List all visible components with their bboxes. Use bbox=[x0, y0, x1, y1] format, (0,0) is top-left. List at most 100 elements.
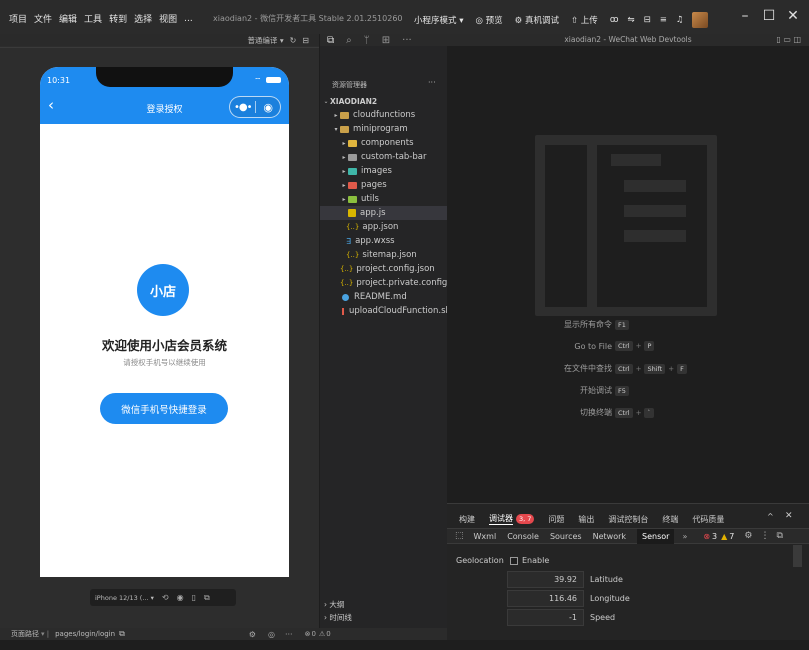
longitude-input[interactable]: 116.46 bbox=[507, 590, 584, 607]
tree-item-readme[interactable]: README.md bbox=[320, 290, 447, 304]
extensions-icon[interactable]: ⊞ bbox=[382, 35, 390, 46]
rotate-icon[interactable]: ⟲ bbox=[162, 593, 169, 602]
timeline-section[interactable]: › 时间线 bbox=[324, 612, 352, 623]
warning-icon: ▲ bbox=[721, 531, 728, 541]
cache-icon[interactable]: ⊟ bbox=[302, 36, 309, 45]
page-path[interactable]: pages/login/login bbox=[55, 630, 115, 638]
tab-problems[interactable]: 问题 bbox=[548, 514, 564, 525]
tab-debug-console[interactable]: 调试控制台 bbox=[608, 514, 648, 525]
tree-item-app-wxss[interactable]: ∃ app.wxss bbox=[320, 234, 447, 248]
speed-input[interactable]: -1 bbox=[507, 609, 584, 626]
upload-button[interactable]: ⇧ 上传 bbox=[571, 14, 598, 26]
json-file-icon: {..} bbox=[340, 279, 354, 287]
eye-icon[interactable]: ◎ bbox=[268, 630, 275, 639]
bell-icon[interactable]: ♫ bbox=[676, 15, 684, 25]
latitude-input[interactable]: 39.92 bbox=[507, 571, 584, 588]
explorer-more-icon[interactable]: ··· bbox=[428, 78, 436, 87]
copy-icon[interactable]: ⧉ bbox=[119, 629, 125, 639]
more-tabs-icon[interactable]: » bbox=[682, 532, 687, 541]
tree-item-pages[interactable]: ▸ pages bbox=[320, 178, 447, 192]
layout-icon[interactable]: ⊟ bbox=[644, 15, 651, 25]
timeline-label: 时间线 bbox=[329, 613, 352, 622]
tab-debugger[interactable]: 调试器 bbox=[489, 513, 513, 525]
tab-sensor[interactable]: Sensor bbox=[637, 528, 675, 544]
tree-item-utils[interactable]: ▸ utils bbox=[320, 192, 447, 206]
folder-components-icon bbox=[348, 139, 357, 147]
tab-network[interactable]: Network bbox=[593, 532, 626, 541]
outline-section[interactable]: › 大纲 bbox=[324, 599, 344, 610]
user-avatar[interactable] bbox=[692, 12, 709, 28]
tab-sources[interactable]: Sources bbox=[550, 532, 582, 541]
popout-icon[interactable]: ⧉ bbox=[204, 593, 210, 603]
kebab-menu-icon[interactable]: ⋮ bbox=[760, 531, 769, 541]
close-icon[interactable]: ✕ bbox=[781, 8, 805, 24]
phone-login-button[interactable]: 微信手机号快捷登录 bbox=[100, 393, 228, 424]
tree-item-components[interactable]: ▸ components bbox=[320, 136, 447, 150]
menu-view[interactable]: 视图 bbox=[159, 12, 177, 25]
enable-toggle[interactable]: Enable bbox=[510, 556, 549, 565]
close-panel-icon[interactable]: ✕ bbox=[785, 511, 793, 521]
device-selector[interactable]: iPhone 12/13 (... ▾ bbox=[95, 594, 154, 602]
refresh-icon[interactable]: ↻ bbox=[290, 36, 297, 45]
more-actions-icon[interactable]: ··· bbox=[402, 35, 412, 46]
phone-icon[interactable]: ▯ bbox=[192, 593, 196, 602]
menu-file[interactable]: 文件 bbox=[34, 12, 52, 25]
dock-icon[interactable]: ⧉ bbox=[776, 531, 782, 541]
menu-tools[interactable]: 工具 bbox=[84, 12, 102, 25]
menu-icon[interactable]: ≡ bbox=[660, 15, 667, 25]
logo-line bbox=[624, 230, 686, 242]
debugger-badge: 3, 7 bbox=[516, 514, 535, 524]
tree-root[interactable]: ⌄ XIAODIAN2 bbox=[320, 94, 447, 108]
compile-mode-dropdown[interactable]: 普通编译 ▾ bbox=[247, 35, 283, 46]
tab-wxml[interactable]: Wxml bbox=[474, 532, 497, 541]
tree-item-cloudfunctions[interactable]: ▸ cloudfunctions bbox=[320, 108, 447, 122]
tab-build[interactable]: 构建 bbox=[459, 514, 475, 525]
panel-tab-bar: 构建 调试器 3, 7 问题 输出 调试控制台 终端 代码质量 bbox=[459, 513, 738, 525]
page-path-dropdown-icon[interactable]: ▾ | bbox=[41, 630, 49, 638]
minimize-icon[interactable]: – bbox=[733, 8, 757, 24]
record-icon[interactable]: ◉ bbox=[177, 593, 184, 602]
source-control-icon[interactable]: ᛘ bbox=[364, 35, 370, 46]
preview-button[interactable]: ◎ 预览 bbox=[475, 14, 502, 26]
problems-count[interactable]: 0 bbox=[311, 630, 315, 638]
tab-code-quality[interactable]: 代码质量 bbox=[692, 514, 724, 525]
menu-select[interactable]: 选择 bbox=[134, 12, 152, 25]
maximize-icon[interactable]: ☐ bbox=[757, 8, 781, 24]
menu-project[interactable]: 项目 bbox=[9, 12, 27, 25]
tree-item-app-json[interactable]: {..} app.json bbox=[320, 220, 447, 234]
tree-item-sitemap-json[interactable]: {..} sitemap.json bbox=[320, 248, 447, 262]
settings-gear-icon[interactable]: ⚙ bbox=[744, 531, 752, 541]
search-icon[interactable]: ⌕ bbox=[346, 35, 352, 46]
tree-item-project-private-config[interactable]: {..} project.private.config.js... bbox=[320, 276, 465, 290]
editor-area: xiaodian2 - WeChat Web Devtools ▯ ▭ ◫ 显示… bbox=[447, 34, 809, 503]
files-icon[interactable]: ⧉ bbox=[327, 35, 334, 46]
collapse-panel-icon[interactable]: ^ bbox=[767, 512, 774, 521]
tab-output[interactable]: 输出 bbox=[578, 514, 594, 525]
more-icon[interactable]: ··· bbox=[285, 630, 293, 639]
tree-item-images[interactable]: ▸ images bbox=[320, 164, 447, 178]
warnings-count[interactable]: 0 bbox=[326, 630, 330, 638]
tab-terminal[interactable]: 终端 bbox=[662, 514, 678, 525]
menu-more[interactable]: ... bbox=[184, 14, 193, 24]
menu-edit[interactable]: 编辑 bbox=[59, 12, 77, 25]
enable-checkbox[interactable] bbox=[510, 556, 518, 565]
tree-item-upload-sh[interactable]: uploadCloudFunction.sh bbox=[320, 304, 451, 318]
cut-icon[interactable]: ⇋ bbox=[627, 15, 634, 25]
bug-icon[interactable]: ⚙ bbox=[249, 630, 256, 639]
tab-console[interactable]: Console bbox=[507, 532, 539, 541]
tree-item-custom-tab-bar[interactable]: ▸ custom-tab-bar bbox=[320, 150, 447, 164]
main-toolbar: 小程序模式 ▾ ◎ 预览 ⚙ 真机调试 ⇧ 上传 ꝏ ⇋ ⊟ ≡ ♫ bbox=[414, 12, 709, 28]
tree-item-project-config[interactable]: {..} project.config.json bbox=[320, 262, 447, 276]
version-icon[interactable]: ꝏ bbox=[610, 15, 619, 25]
panel-layout-icons[interactable]: ▯ ▭ ◫ bbox=[776, 35, 801, 44]
scrollbar-thumb[interactable] bbox=[793, 545, 802, 567]
more-icon[interactable]: •●• bbox=[230, 102, 255, 113]
menu-goto[interactable]: 转到 bbox=[109, 12, 127, 25]
speed-label: Speed bbox=[590, 613, 616, 622]
tree-item-miniprogram[interactable]: ▾ miniprogram bbox=[320, 122, 447, 136]
inspect-icon[interactable]: ⬚ bbox=[455, 531, 464, 541]
mode-dropdown[interactable]: 小程序模式 ▾ bbox=[414, 14, 463, 26]
tree-item-app-js[interactable]: app.js bbox=[320, 206, 447, 220]
close-app-icon[interactable]: ◉ bbox=[256, 101, 280, 114]
remote-debug-button[interactable]: ⚙ 真机调试 bbox=[515, 14, 559, 26]
